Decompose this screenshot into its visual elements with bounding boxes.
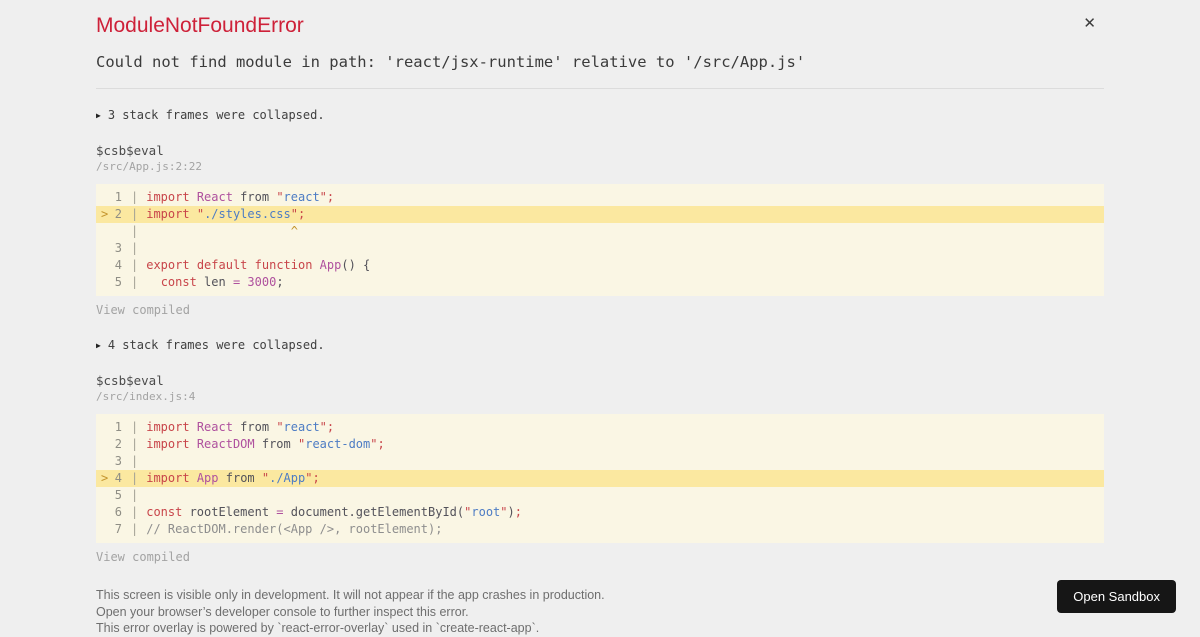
gutter-separator: | xyxy=(131,505,139,519)
gutter-separator: | xyxy=(131,454,139,468)
code-text: import React from "react"; xyxy=(146,420,335,434)
code-line: 5 | xyxy=(96,487,1104,504)
code-frame: 1 | import React from "react"; 2 | import Re… xyxy=(96,414,1104,543)
gutter-separator: | xyxy=(131,241,139,255)
error-line-marker xyxy=(96,487,110,504)
footer-note: This screen is visible only in developme… xyxy=(96,588,605,602)
open-sandbox-button[interactable]: Open Sandbox xyxy=(1057,580,1176,613)
code-text: import ReactDOM from "react-dom"; xyxy=(146,437,385,451)
error-line-marker xyxy=(96,257,110,274)
error-line-marker xyxy=(96,189,110,206)
gutter-separator: | xyxy=(131,275,139,289)
code-text: import React from "react"; xyxy=(146,190,335,204)
line-number: 4 xyxy=(114,471,122,485)
code-line: 3 | xyxy=(96,240,1104,257)
code-line: 2 | import ReactDOM from "react-dom"; xyxy=(96,436,1104,453)
frame-header: $csb$eval /src/index.js:4 xyxy=(96,374,1104,403)
gutter-separator: | xyxy=(131,522,139,536)
error-line-marker xyxy=(96,504,110,521)
frame-function-name: $csb$eval xyxy=(96,143,164,158)
code-line: 1 | import React from "react"; xyxy=(96,419,1104,436)
code-text: // ReactDOM.render(<App />, rootElement)… xyxy=(146,522,443,536)
line-number: 3 xyxy=(114,241,122,255)
footer-notes: This screen is visible only in developme… xyxy=(96,587,1104,637)
line-number: 2 xyxy=(114,437,122,451)
code-line: | ^ xyxy=(96,223,1104,240)
error-line-marker xyxy=(96,453,110,470)
code-frame: 1 | import React from "react"; >2 | import ".… xyxy=(96,184,1104,296)
error-line-marker: > xyxy=(101,471,109,485)
footer-note: This error overlay is powered by `react-… xyxy=(96,621,540,635)
gutter-separator: | xyxy=(131,258,139,272)
error-line-marker xyxy=(96,223,110,240)
stack-collapse-toggle[interactable]: ▶ 3 stack frames were collapsed. xyxy=(96,108,1104,123)
gutter-separator: | xyxy=(131,420,139,434)
code-line: 1 | import React from "react"; xyxy=(96,189,1104,206)
code-line: >2 | import "./styles.css"; xyxy=(96,206,1104,223)
line-number: 1 xyxy=(114,420,122,434)
close-button[interactable]: ✕ xyxy=(1083,15,1096,33)
divider xyxy=(96,88,1104,89)
collapse-triangle-icon: ▶ xyxy=(96,111,101,120)
code-text: const len = 3000; xyxy=(160,275,284,289)
error-line-marker: > xyxy=(101,207,109,221)
view-compiled-link[interactable]: View compiled xyxy=(96,304,190,317)
code-text: ^ xyxy=(290,224,298,238)
line-number xyxy=(110,223,122,240)
line-number: 4 xyxy=(114,258,122,272)
gutter-separator: | xyxy=(131,207,139,221)
line-number: 6 xyxy=(114,505,122,519)
error-title: ModuleNotFoundError xyxy=(96,14,304,37)
footer-note: Open your browser’s developer console to… xyxy=(96,604,469,619)
code-line: 5 | const len = 3000; xyxy=(96,274,1104,291)
gutter-separator: | xyxy=(131,488,139,502)
stack-frame-section: ▶ 4 stack frames were collapsed. $csb$eva… xyxy=(96,338,1104,566)
collapse-triangle-icon: ▶ xyxy=(96,341,101,350)
code-text: const rootElement = document.getElementB… xyxy=(146,505,522,519)
code-text: export default function App() { xyxy=(146,258,371,272)
code-line: 4 | export default function App() { xyxy=(96,257,1104,274)
line-number: 5 xyxy=(114,488,122,502)
code-line: 6 | const rootElement = document.getElemen… xyxy=(96,504,1104,521)
frame-header: $csb$eval /src/App.js:2:22 xyxy=(96,144,1104,173)
code-line: 7 | // ReactDOM.render(<App />, rootElemen… xyxy=(96,521,1104,538)
close-icon: ✕ xyxy=(1083,15,1096,32)
error-line-marker xyxy=(96,240,110,257)
gutter-separator: | xyxy=(131,190,139,204)
frame-location: /src/index.js:4 xyxy=(96,390,196,403)
stack-frame-section: ▶ 3 stack frames were collapsed. $csb$eva… xyxy=(96,108,1104,319)
gutter-separator: | xyxy=(131,471,139,485)
error-line-marker xyxy=(96,436,110,453)
error-line-marker xyxy=(96,274,110,291)
error-line-marker xyxy=(96,521,110,538)
gutter-separator: | xyxy=(131,437,139,451)
line-number: 3 xyxy=(114,454,122,468)
error-message: Could not find module in path: 'react/js… xyxy=(96,53,806,71)
view-compiled-link[interactable]: View compiled xyxy=(96,551,190,564)
stack-collapse-toggle[interactable]: ▶ 4 stack frames were collapsed. xyxy=(96,338,1104,353)
frame-location: /src/App.js:2:22 xyxy=(96,160,202,173)
line-number: 1 xyxy=(114,190,122,204)
error-overlay: ModuleNotFoundError ✕ Could not find mod… xyxy=(0,0,1200,637)
frame-function-name: $csb$eval xyxy=(96,373,164,388)
code-line: 3 | xyxy=(96,453,1104,470)
collapse-label: 3 stack frames were collapsed. xyxy=(107,108,325,122)
error-line-marker xyxy=(96,419,110,436)
code-text: import "./styles.css"; xyxy=(146,207,306,221)
collapse-label: 4 stack frames were collapsed. xyxy=(107,338,325,352)
code-text: import App from "./App"; xyxy=(146,471,320,485)
line-number: 5 xyxy=(114,275,122,289)
line-number: 2 xyxy=(114,207,122,221)
code-line: >4 | import App from "./App"; xyxy=(96,470,1104,487)
gutter-separator: | xyxy=(131,224,139,238)
line-number: 7 xyxy=(114,522,122,536)
